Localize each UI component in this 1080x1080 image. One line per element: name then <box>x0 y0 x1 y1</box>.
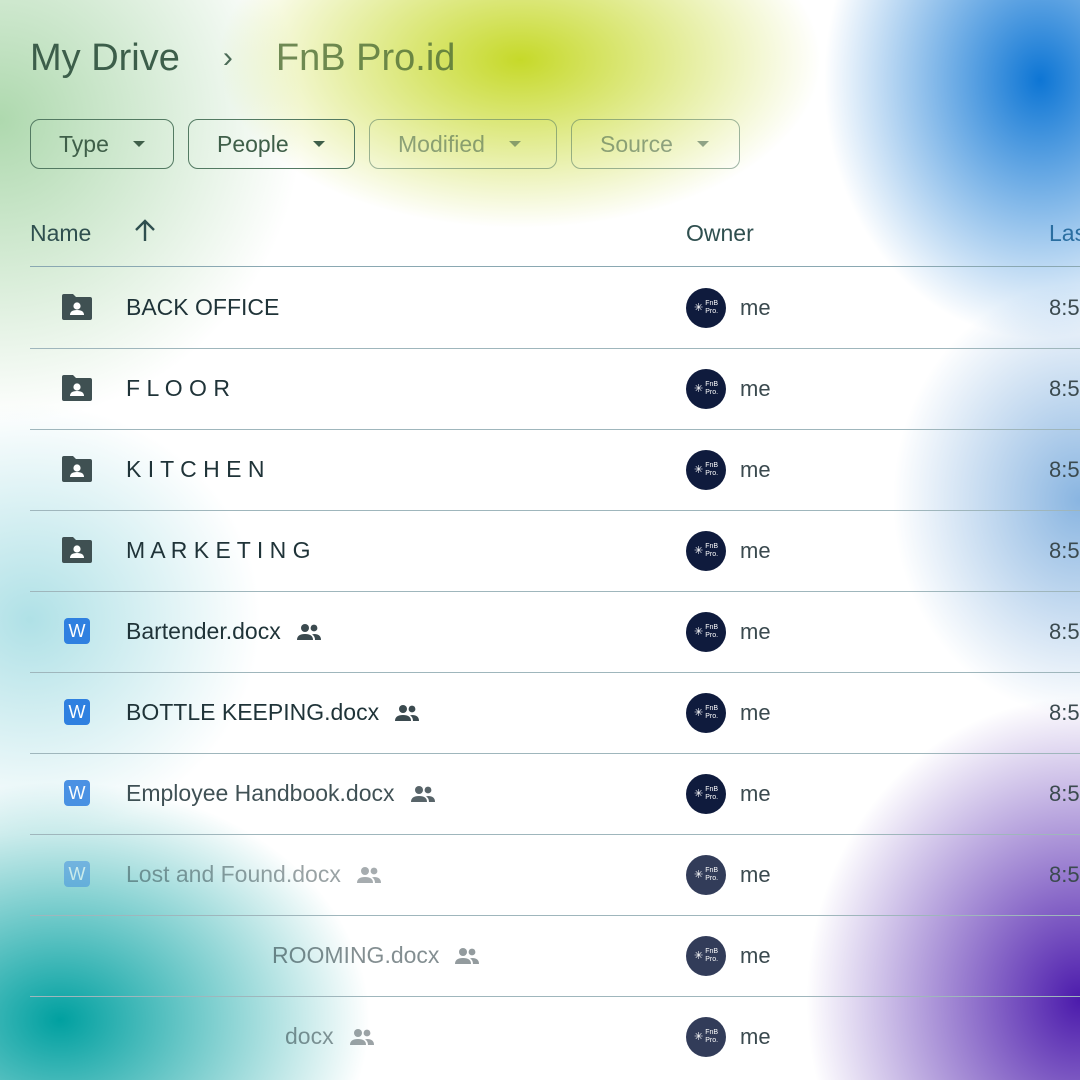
file-name-wrap: Employee Handbook.docx <box>126 780 437 807</box>
file-list-header: Name Owner Las <box>30 210 1080 267</box>
arrow-up-icon[interactable] <box>133 218 157 249</box>
owner-avatar: ✳ FnB Pro. <box>686 450 726 490</box>
file-row[interactable]: W Bartender.docx ✳ FnB Pro. me 8:5 <box>30 591 1080 673</box>
owner-name: me <box>740 295 771 320</box>
source-filter-label: Source <box>600 130 673 157</box>
shared-folder-icon <box>62 294 92 320</box>
file-name: BACK OFFICE <box>126 294 280 320</box>
file-name: Employee Handbook.docx <box>126 780 395 806</box>
file-name: Bartender.docx <box>126 618 281 644</box>
breadcrumb: My Drive › FnB Pro.id <box>30 30 455 86</box>
owner-name: me <box>740 862 771 887</box>
breadcrumb-current[interactable]: FnB Pro.id <box>276 37 456 80</box>
type-filter-chip[interactable]: Type <box>30 119 174 169</box>
owner-avatar: ✳ FnB Pro. <box>686 693 726 733</box>
owner-avatar: ✳ FnB Pro. <box>686 288 726 328</box>
owner-name: me <box>740 1024 771 1049</box>
owner-avatar: ✳ FnB Pro. <box>686 774 726 814</box>
people-filter-chip[interactable]: People <box>188 119 355 169</box>
owner-name: me <box>740 781 771 806</box>
shared-people-icon <box>349 1028 374 1045</box>
type-filter-label: Type <box>59 130 109 157</box>
caret-down-icon <box>696 141 709 147</box>
file-name-wrap: Lost and Found.docx <box>126 861 383 888</box>
owner-avatar: ✳ FnB Pro. <box>686 936 726 976</box>
file-row[interactable]: F L O O R ✳ FnB Pro. me 8:5 <box>30 348 1080 430</box>
word-doc-icon: W <box>64 780 90 806</box>
modified-time: 8:5 <box>1049 781 1080 806</box>
shared-people-icon <box>395 704 420 721</box>
file-name-wrap: BOTTLE KEEPING.docx <box>126 699 421 726</box>
file-name: ROOMING.docx <box>272 942 440 968</box>
owner-name: me <box>740 619 771 644</box>
owner-avatar: ✳ FnB Pro. <box>686 1017 726 1057</box>
caret-down-icon <box>132 141 145 147</box>
owner-name: me <box>740 457 771 482</box>
shared-people-icon <box>296 623 321 640</box>
file-name-wrap: Bartender.docx <box>126 618 323 645</box>
word-doc-icon: W <box>64 618 90 644</box>
modified-time: 8:5 <box>1049 538 1080 563</box>
shared-people-icon <box>410 785 435 802</box>
file-name-wrap: ROOMING.docx <box>272 942 481 969</box>
owner-avatar: ✳ FnB Pro. <box>686 531 726 571</box>
people-filter-label: People <box>217 130 289 157</box>
file-name: BOTTLE KEEPING.docx <box>126 699 380 725</box>
breadcrumb-root[interactable]: My Drive <box>30 37 180 80</box>
file-row[interactable]: W Lost and Found.docx ✳ FnB Pro. me 8:5 <box>30 834 1080 916</box>
modified-time: 8:5 <box>1049 457 1080 482</box>
shared-folder-icon <box>62 456 92 482</box>
modified-time: 8:5 <box>1049 619 1080 644</box>
owner-name: me <box>740 700 771 725</box>
file-row[interactable]: W Employee Handbook.docx ✳ FnB Pro. me 8:5 <box>30 753 1080 835</box>
owner-avatar: ✳ FnB Pro. <box>686 855 726 895</box>
file-row[interactable]: W ROOMING.docx ✳FnBPro. me <box>30 915 1080 997</box>
caret-down-icon <box>508 141 521 147</box>
owner-name: me <box>740 376 771 401</box>
modified-filter-label: Modified <box>398 130 485 157</box>
last-modified-column-header[interactable]: Las <box>1049 220 1080 247</box>
file-row[interactable]: W docx ✳FnBPro. me <box>30 996 1080 1077</box>
file-row[interactable]: W BOTTLE KEEPING.docx ✳ FnB Pro. me 8:5 <box>30 672 1080 754</box>
owner-name: me <box>740 943 771 968</box>
modified-filter-chip[interactable]: Modified <box>369 119 557 169</box>
modified-time: 8:5 <box>1049 295 1080 320</box>
modified-time: 8:5 <box>1049 376 1080 401</box>
source-filter-chip[interactable]: Source <box>571 119 740 169</box>
shared-people-icon <box>356 866 381 883</box>
shared-folder-icon <box>62 537 92 563</box>
filter-bar: Type People Modified Source <box>30 119 740 169</box>
shared-people-icon <box>455 947 480 964</box>
modified-time: 8:5 <box>1049 700 1080 725</box>
modified-time: 8:5 <box>1049 862 1080 887</box>
file-name: F L O O R <box>126 375 230 401</box>
name-column-header[interactable]: Name <box>30 220 91 247</box>
file-name: docx <box>285 1023 334 1049</box>
caret-down-icon <box>312 141 325 147</box>
word-doc-icon: W <box>64 861 90 887</box>
file-row[interactable]: M A R K E T I N G ✳ FnB Pro. me 8:5 <box>30 510 1080 592</box>
owner-name: me <box>740 538 771 563</box>
shared-folder-icon <box>62 375 92 401</box>
file-name-wrap: docx <box>285 1023 376 1050</box>
file-name: M A R K E T I N G <box>126 537 311 563</box>
file-row[interactable]: K I T C H E N ✳ FnB Pro. me 8:5 <box>30 429 1080 511</box>
owner-avatar: ✳ FnB Pro. <box>686 369 726 409</box>
word-doc-icon: W <box>64 699 90 725</box>
owner-column-header[interactable]: Owner <box>686 220 754 247</box>
chevron-right-icon: › <box>222 41 233 74</box>
owner-avatar: ✳ FnB Pro. <box>686 612 726 652</box>
file-name: Lost and Found.docx <box>126 861 341 887</box>
file-row[interactable]: BACK OFFICE ✳ FnB Pro. me 8:5 <box>30 267 1080 349</box>
file-name: K I T C H E N <box>126 456 265 482</box>
